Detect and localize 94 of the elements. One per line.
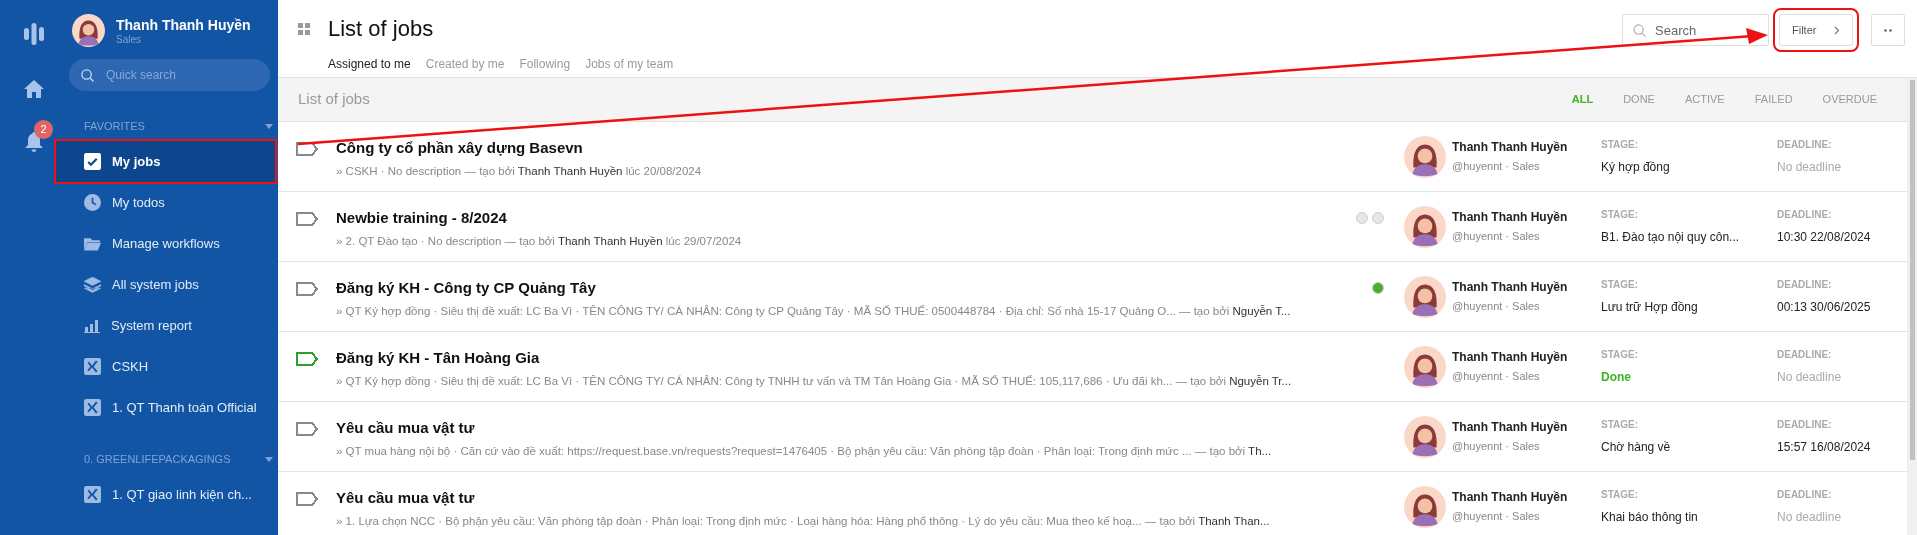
notification-badge: 2 [34,120,53,139]
avatar-icon [72,14,105,47]
job-title[interactable]: Đăng ký KH - Tân Hoàng Gia [336,347,1292,368]
stage-value: Chờ hàng về [1601,439,1672,456]
stage-label: STAGE: [1601,138,1640,152]
assignee-handle: @huyennt · Sales [1452,439,1541,455]
tag-icon[interactable] [296,281,318,296]
tag-icon[interactable] [296,491,318,506]
job-title[interactable]: Newbie training - 8/2024 [336,207,742,228]
deadline-value: 15:57 16/08/2024 [1777,439,1872,456]
avatar-icon [1404,275,1446,318]
sidebar-item[interactable]: My todos [68,182,275,223]
assignee-handle: @huyennt · Sales [1452,509,1541,525]
sidebar-item[interactable]: All system jobs [68,264,275,305]
sidebar-item[interactable]: 1. QT Thanh toán Official [68,387,275,428]
deadline-label: DEADLINE: [1777,138,1833,152]
assignee-handle: @huyennt · Sales [1452,369,1541,385]
quick-search-field[interactable]: Quick search [69,59,270,91]
grid-icon[interactable] [298,22,310,35]
tag-icon[interactable] [296,141,318,156]
sidebar-item[interactable]: 1. QT giao linh kiện ch... [68,474,275,515]
sidebar-item[interactable]: Manage workflows [68,223,275,264]
sidebar-item[interactable]: My jobs [56,141,275,182]
search-field[interactable]: Search [1622,14,1769,46]
tag-icon[interactable] [296,351,318,366]
job-meta: » 2. QT Đào tạo · No description — tạo bởi Thanh Thanh Huyền lúc 29/07/2024 [336,233,742,248]
job-title[interactable]: Yêu cầu mua vật tư [336,487,1270,508]
deadline-label: DEADLINE: [1777,278,1833,292]
assignee-name: Thanh Thanh Huyền [1452,279,1568,297]
job-title[interactable]: Yêu cầu mua vật tư [336,417,1272,438]
stage-label: STAGE: [1601,208,1640,222]
deadline-label: DEADLINE: [1777,348,1833,362]
folder-icon [84,236,101,251]
bell-icon[interactable] [25,132,43,152]
home-icon[interactable] [24,80,44,98]
user-name: Thanh Thanh Huyền [116,15,251,34]
deadline-value: 10:30 22/08/2024 [1777,229,1872,246]
stage-value: Done [1601,369,1632,386]
section-heading: FAVORITES [84,118,145,134]
search-icon [81,69,94,82]
chevron-right-icon [1834,25,1840,35]
bar-chart-icon [84,318,100,333]
deadline-value: No deadline [1777,159,1843,176]
job-meta: » CSKH · No description — tạo bởi Thanh Thanh Huyền lúc 20/08/2024 [336,163,702,178]
assignee-name: Thanh Thanh Huyền [1452,419,1568,437]
page-title: List of jobs [328,15,434,43]
assignee-handle: @huyennt · Sales [1452,299,1541,315]
caret-icon[interactable] [265,456,273,462]
assignee-name: Thanh Thanh Huyền [1452,489,1568,507]
stage-value: B1. Đào tạo nội quy côn... [1601,229,1741,246]
assignee-name: Thanh Thanh Huyền [1452,349,1568,367]
deadline-label: DEADLINE: [1777,418,1833,432]
deadline-value: 00:13 30/06/2025 [1777,299,1872,316]
checkbox-icon [84,153,101,170]
tag-icon[interactable] [296,421,318,436]
stage-value: Lưu trữ Hợp đồng [1601,299,1699,316]
stage-label: STAGE: [1601,278,1640,292]
caret-icon[interactable] [265,123,273,129]
avatar-icon [1404,345,1446,388]
avatar-icon [1404,205,1446,248]
assignee-name: Thanh Thanh Huyền [1452,209,1568,227]
avatar-icon [1404,415,1446,458]
job-meta: » QT mua hàng nội bộ · Căn cứ vào đề xuất: https://request.base.vn/requests?request=1476405 · Bộ phận yêu cầu: Văn phòng tập đoàn · Phân loại: Trong định mức ... — tạo bởi Th... [336,443,1272,458]
scrollbar[interactable] [1907,78,1917,535]
job-meta: » 1. Lựa chọn NCC · Bộ phận yêu cầu: Văn phòng tập đoàn · Phân loại: Trong định mức · Loại hàng hóa: Hàng phổ thông · Lý do yêu cầu: Mua theo kế hoạ... — tạo bởi Thanh Than... [336,513,1270,528]
job-meta: » QT Ký hợp đồng · Siêu thị đề xuất: LC Ba Vì · TÊN CÔNG TY/ CÁ NHÂN: Công ty TNHH tư vấn và TM Tân Hoàng Gia · MÃ SỐ THUẾ: 105,117,686 · Ưu đãi kh... — tạo bởi Nguyễn Tr... [336,373,1292,388]
user-role: Sales [116,33,142,46]
sidebar-item[interactable]: CSKH [68,346,275,387]
stage-value: Ký hợp đồng [1601,159,1671,176]
deadline-label: DEADLINE: [1777,488,1833,502]
assignee-handle: @huyennt · Sales [1452,229,1541,245]
stage-label: STAGE: [1601,488,1640,502]
sidebar-item[interactable]: System report [68,305,275,346]
stage-value: Khai báo thông tin [1601,509,1699,526]
layers-icon [84,276,101,293]
section-heading: 0. GREENLIFEPACKAGINGS [84,451,231,467]
stage-label: STAGE: [1601,348,1640,362]
assignee-handle: @huyennt · Sales [1452,159,1541,175]
deadline-value: No deadline [1777,369,1843,386]
job-title[interactable]: Công ty cổ phần xây dựng Basevn [336,137,702,158]
tag-icon[interactable] [296,211,318,226]
clock-icon [84,194,101,211]
job-meta: » QT Ký hợp đồng · Siêu thị đề xuất: LC Ba Vì · TÊN CÔNG TY/ CÁ NHÂN: Công ty CP Quảng Tây · MÃ SỐ THUẾ: 0500448784 · Địa chỉ: Số nhà 15-17 Quảng O... — tạo bởi Nguyễn T... [336,303,1291,318]
more-icon [1884,28,1892,32]
logo-icon[interactable] [23,22,45,46]
job-title[interactable]: Đăng ký KH - Công ty CP Quảng Tây [336,277,1291,298]
stage-label: STAGE: [1601,418,1640,432]
avatar-icon [1404,135,1446,178]
avatar-icon [1404,485,1446,528]
search-icon [1633,24,1646,37]
deadline-value: No deadline [1777,509,1843,526]
list-title: List of jobs [298,89,370,110]
assignee-name: Thanh Thanh Huyền [1452,139,1568,157]
deadline-label: DEADLINE: [1777,208,1833,222]
